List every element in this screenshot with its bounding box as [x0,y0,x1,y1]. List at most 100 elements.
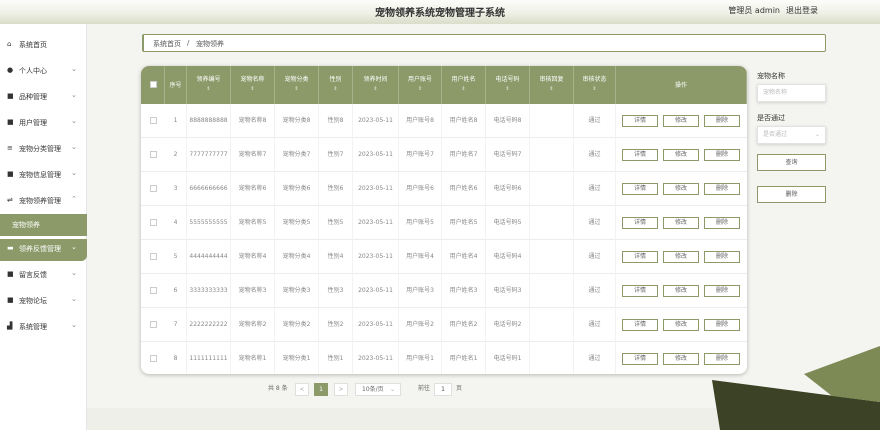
sidebar-item-7[interactable]: ⇌ 宠物领养管理 ⌃ [0,191,87,211]
table-cell-phone: 电话号码3 [486,274,530,308]
delete-button[interactable]: 删除 [704,183,740,195]
detail-button[interactable]: 详情 [622,353,658,365]
delete-button[interactable]: 删除 [704,217,740,229]
column-header: 操作 [616,66,747,104]
sidebar-item-4[interactable]: ■ 用户管理 ⌄ [0,113,87,133]
sidebar-subitem-adoption[interactable]: 宠物领养 [0,214,87,236]
table-cell-date: 2023-05-11 [353,104,399,138]
edit-button[interactable]: 修改 [663,251,699,263]
column-header-label: 性别 [329,76,342,83]
detail-button[interactable]: 详情 [622,319,658,331]
column-header[interactable]: 领养时间 ⇕ [353,66,399,104]
delete-button[interactable]: 删除 [704,149,740,161]
delete-button[interactable]: 删除 [704,251,740,263]
table-cell-cat: 宠物分类2 [275,308,319,342]
sort-icon: ⇕ [505,86,510,92]
table-cell-status: 通过 [574,308,616,342]
row-checkbox[interactable] [150,185,157,192]
edit-button[interactable]: 修改 [663,285,699,297]
detail-button[interactable]: 详情 [622,149,658,161]
sidebar-item-5[interactable]: ≡ 宠物分类管理 ⌄ [0,139,87,159]
top-bar: 宠物领养系统宠物管理子系统 管理员 admin 退出登录 [0,0,880,24]
pet-name-input[interactable]: 宠物名称 [757,84,826,102]
table-cell-acct: 用户账号6 [399,172,442,206]
detail-button[interactable]: 详情 [622,115,658,127]
table-cell-sex: 性别1 [319,342,353,374]
column-header[interactable]: 电话号码 ⇕ [486,66,530,104]
column-header: 序号 [165,66,187,104]
column-header[interactable]: 性别 ⇕ [319,66,353,104]
table-cell-no: 5 [165,240,187,274]
column-header[interactable]: 宠物名称 ⇕ [231,66,275,104]
table-header: 序号 领养编号 ⇕ 宠物名称 ⇕ 宠物分类 ⇕ 性别 ⇕ 领养时间 ⇕ 用户账号 ⇕ 用户姓名 ⇕ 电话号码 ⇕… [141,66,747,104]
table-cell-cat: 宠物分类1 [275,342,319,374]
next-page-button[interactable]: > [334,383,348,396]
delete-button[interactable]: 删除 [704,319,740,331]
sidebar-item-8[interactable]: ▬ 领养反馈管理 ⌄ [0,239,87,261]
row-checkbox[interactable] [150,117,157,124]
row-checkbox[interactable] [150,219,157,226]
column-header-label: 用户姓名 [451,76,476,83]
row-checkbox[interactable] [150,321,157,328]
breadcrumb-home[interactable]: 系统首页 [153,39,181,49]
column-header-label: 领养时间 [363,76,388,83]
table-cell-reply [530,274,574,308]
detail-button[interactable]: 详情 [622,251,658,263]
edit-button[interactable]: 修改 [663,217,699,229]
approved-select[interactable]: 是否通过 ⌄ [757,126,826,144]
edit-button[interactable]: 修改 [663,183,699,195]
goto-page-input[interactable]: 1 [434,383,452,396]
edit-button[interactable]: 修改 [663,319,699,331]
sidebar-item-9[interactable]: ■ 留言反馈 ⌄ [0,265,87,285]
column-header[interactable]: 审核回复 ⇕ [530,66,574,104]
prev-page-button[interactable]: < [295,383,309,396]
grid-icon: ■ [7,118,14,126]
table-cell-uname: 用户姓名3 [442,274,486,308]
sidebar-item-3[interactable]: ■ 品种管理 ⌄ [0,87,87,107]
detail-button[interactable]: 详情 [622,183,658,195]
sidebar-item-10[interactable]: ■ 宠物论坛 ⌄ [0,291,87,311]
row-checkbox[interactable] [150,287,157,294]
grid-icon: ■ [7,170,14,178]
row-checkbox[interactable] [150,355,157,362]
page-size-select[interactable]: 10条/页 ⌄ [355,383,401,396]
breadcrumb-current: 宠物领养 [196,40,224,48]
decorative-shape [712,346,880,430]
search-button[interactable]: 查询 [757,154,826,171]
logout-link[interactable]: 退出登录 [786,5,818,16]
sidebar-item-11[interactable]: ▟ 系统管理 ⌄ [0,317,87,337]
delete-selected-button[interactable]: 删除 [757,186,826,203]
column-header[interactable]: 用户姓名 ⇕ [442,66,486,104]
row-checkbox[interactable] [150,253,157,260]
table-cell-acct: 用户账号3 [399,274,442,308]
row-checkbox[interactable] [150,151,157,158]
table-cell-name: 宠物名称8 [231,104,275,138]
table-cell-acct: 用户账号2 [399,308,442,342]
delete-button[interactable]: 删除 [704,115,740,127]
column-header[interactable]: 用户账号 ⇕ [399,66,442,104]
select-all-checkbox[interactable] [150,81,157,88]
sort-icon: ⇕ [294,86,299,92]
detail-button[interactable]: 详情 [622,217,658,229]
sidebar-item-2[interactable]: ● 个人中心 ⌄ [0,61,87,81]
column-header[interactable]: 宠物分类 ⇕ [275,66,319,104]
column-header[interactable]: 领养编号 ⇕ [187,66,231,104]
sidebar-item-1[interactable]: ⌂ 系统首页 [0,35,87,55]
delete-button[interactable]: 删除 [704,285,740,297]
edit-button[interactable]: 修改 [663,115,699,127]
detail-button[interactable]: 详情 [622,285,658,297]
sidebar-item-6[interactable]: ■ 宠物信息管理 ⌄ [0,165,87,185]
table-cell-uname: 用户姓名1 [442,342,486,374]
column-header[interactable]: 审核状态 ⇕ [574,66,616,104]
table-cell-phone: 电话号码2 [486,308,530,342]
table-cell-sex: 性别6 [319,172,353,206]
table-cell-code: 8888888888 [187,104,231,138]
table-cell-name: 宠物名称1 [231,342,275,374]
sort-icon: ⇕ [373,86,378,92]
edit-button[interactable]: 修改 [663,353,699,365]
table-cell-cat: 宠物分类4 [275,240,319,274]
edit-button[interactable]: 修改 [663,149,699,161]
table-cell-no: 6 [165,274,187,308]
page-number-button[interactable]: 1 [314,383,328,396]
sidebar-item-label: 品种管理 [19,93,47,101]
